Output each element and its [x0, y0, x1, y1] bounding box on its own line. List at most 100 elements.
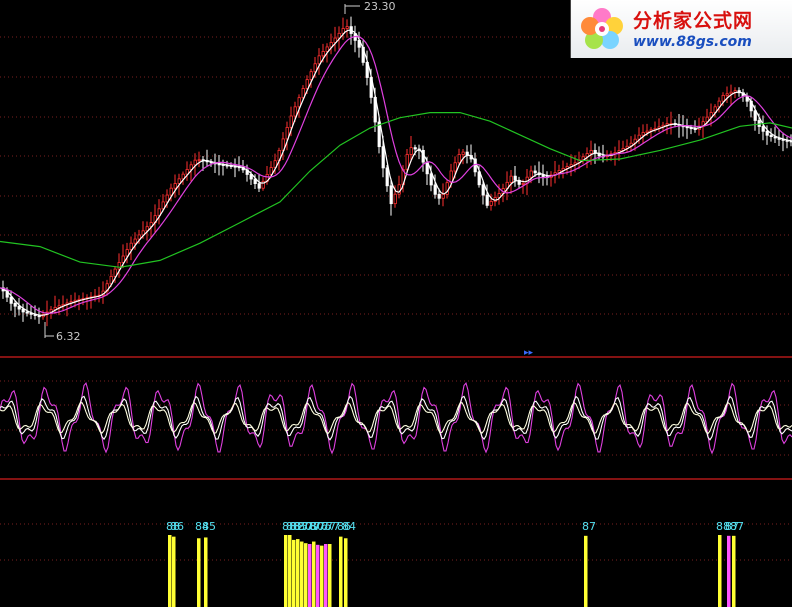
candle: [333, 26, 337, 52]
candle: [317, 48, 321, 75]
candle: [61, 295, 65, 311]
candle: [421, 145, 425, 172]
candle: [493, 191, 497, 207]
candle: [353, 25, 357, 53]
candle: [441, 183, 445, 207]
oscillator-line-0: [0, 381, 792, 455]
candle: [217, 155, 221, 176]
candle: [513, 165, 517, 187]
candle: [461, 148, 465, 165]
candle: [9, 290, 13, 311]
candle: [365, 50, 369, 86]
signal-bar: [727, 535, 731, 607]
candle: [97, 286, 101, 303]
candlestick-series: [1, 16, 792, 327]
candle: [345, 19, 349, 38]
signal-bar: [718, 535, 722, 607]
low-price-label: 6.32: [56, 330, 81, 343]
signal-bar: [584, 535, 588, 607]
candle: [21, 303, 25, 322]
candle: [197, 151, 201, 168]
candle: [741, 88, 745, 102]
candle: [77, 295, 81, 311]
candle: [649, 127, 653, 139]
low-marker: 6.32: [44, 322, 81, 343]
oscillator-series: [0, 381, 792, 455]
candle: [101, 281, 105, 304]
candle: [713, 104, 717, 118]
candle: [769, 128, 773, 142]
signal-bar: [328, 544, 332, 607]
candle: [561, 160, 565, 179]
signal-bar: [284, 535, 288, 607]
signal-bar: [204, 537, 208, 607]
candle: [237, 156, 241, 172]
candle: [397, 175, 401, 199]
watermark-name: 分析家公式网: [633, 10, 754, 32]
candle: [205, 149, 209, 167]
signal-label: 84: [342, 520, 356, 533]
candle: [773, 126, 777, 143]
candle: [785, 136, 789, 149]
candle: [17, 298, 21, 316]
ma-short-line: [0, 29, 792, 316]
signal-bar: [304, 543, 308, 607]
candle: [509, 169, 513, 194]
candle: [549, 171, 553, 187]
candle: [581, 153, 585, 164]
candle: [781, 132, 785, 152]
signal-bar: [308, 544, 312, 607]
candle: [417, 144, 421, 160]
candle: [669, 111, 673, 135]
candle: [357, 31, 361, 58]
candle: [157, 199, 161, 225]
candle: [625, 139, 629, 153]
signal-bar: [320, 545, 324, 607]
candle: [553, 161, 557, 184]
signal-bars: 8886 8485 8888828380787780767577778684 87 88…: [166, 520, 744, 607]
signal-bar: [292, 539, 296, 607]
candle: [545, 171, 549, 186]
candle: [149, 211, 153, 239]
candle: [185, 161, 189, 181]
candle: [341, 17, 345, 40]
ma-long-line: [0, 111, 792, 268]
candle: [125, 242, 129, 264]
candle: [209, 158, 213, 167]
candle: [69, 294, 73, 308]
signal-label: 86: [170, 520, 184, 533]
scroll-arrow-icon[interactable]: ▸▸: [524, 348, 534, 358]
signal-bar: [324, 544, 328, 607]
signal-label: 85: [202, 520, 216, 533]
signal-bar: [168, 535, 172, 607]
candle: [261, 177, 265, 191]
candle: [469, 144, 473, 163]
signal-bar: [296, 539, 300, 607]
signal-bar: [172, 536, 176, 607]
moving-averages: [0, 29, 792, 316]
signal-label: 87: [582, 520, 596, 533]
candle: [129, 236, 133, 261]
candle: [657, 118, 661, 132]
signal-bar: [300, 541, 304, 607]
candle: [537, 161, 541, 184]
candle: [725, 86, 729, 103]
candle: [465, 145, 469, 164]
candle: [557, 164, 561, 179]
candle: [173, 174, 177, 198]
candle: [641, 124, 645, 145]
watermark-url: www.88gs.com: [633, 34, 752, 50]
signal-grid: [0, 523, 792, 561]
site-watermark: 分析家公式网 www.88gs.com: [570, 0, 792, 58]
candle: [153, 204, 157, 234]
candle: [309, 68, 313, 88]
high-price-label: 23.30: [364, 0, 396, 13]
candle: [761, 115, 765, 141]
candle: [685, 118, 689, 139]
chart-canvas: 8886 8485 8888828380787780767577778684 87 88…: [0, 0, 792, 607]
signal-bar: [339, 536, 343, 607]
signal-bar: [288, 535, 292, 607]
signal-bar: [344, 538, 348, 607]
candle: [233, 158, 237, 178]
candle: [717, 97, 721, 113]
